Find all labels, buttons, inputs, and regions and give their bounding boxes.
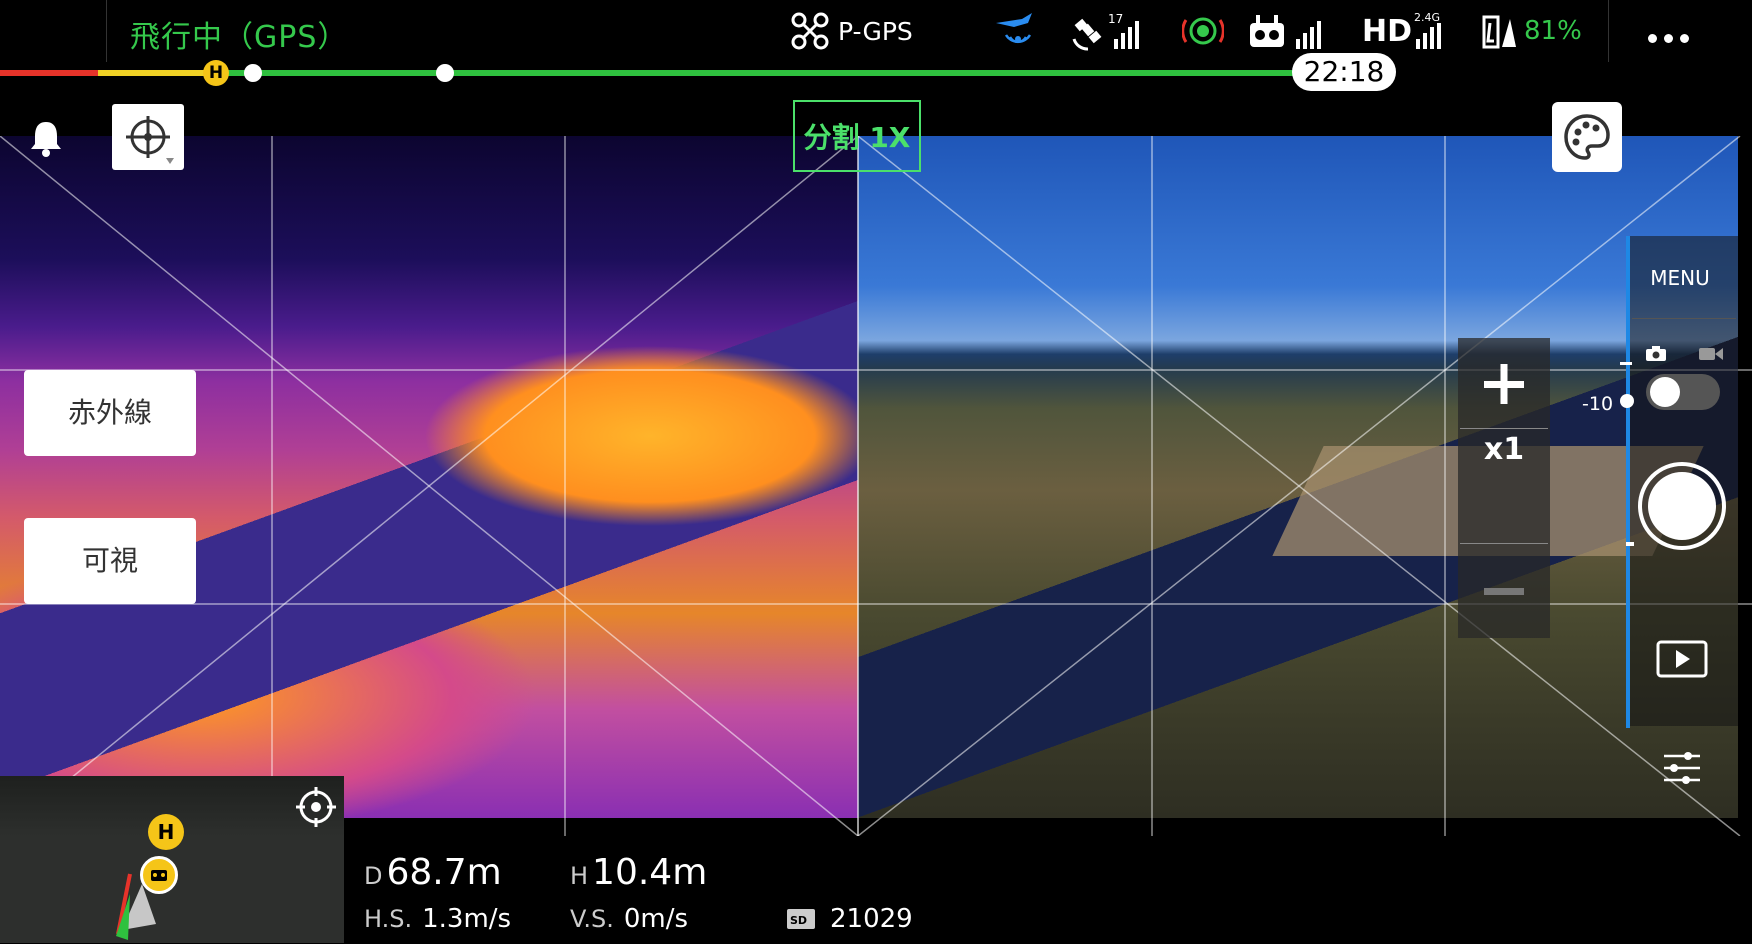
thermal-camera-view[interactable]	[0, 136, 858, 818]
hs-value: 1.3m/s	[422, 904, 512, 934]
battery-percent: 81%	[1524, 16, 1582, 46]
locate-icon[interactable]	[295, 786, 337, 832]
exposure-value: -10	[1582, 393, 1614, 415]
home-return-marker: H	[203, 60, 229, 86]
hd-signal-indicator[interactable]: HD 2.4G	[1362, 10, 1458, 52]
more-options-icon[interactable]	[1648, 28, 1696, 47]
gps-signal-indicator[interactable]: 17	[1070, 10, 1146, 52]
shutter-button[interactable]	[1638, 462, 1726, 550]
height-prefix: H	[570, 862, 589, 890]
hd-label: HD	[1362, 13, 1413, 49]
vs-label: V.S.	[570, 905, 614, 933]
telemetry-vertical-speed: V.S. 0m/s	[570, 904, 688, 934]
zoom-separator	[1460, 428, 1548, 429]
flight-status[interactable]: 飛行中（GPS）	[130, 12, 348, 56]
exposure-slider-tick	[1626, 542, 1634, 546]
video-mode-icon[interactable]	[1698, 346, 1724, 366]
hd-signal-bars-icon: 2.4G	[1414, 11, 1442, 49]
map-home-marker: H	[148, 814, 184, 850]
notification-bell-icon[interactable]	[28, 118, 64, 162]
palette-icon	[1564, 114, 1610, 160]
telemetry-horizontal-speed: H.S. 1.3m/s	[364, 904, 511, 934]
flight-time-remaining: 22:18	[1292, 53, 1396, 91]
telemetry-height: H 10.4m	[570, 852, 707, 893]
split-view-badge[interactable]: 分割 1X	[793, 100, 921, 172]
obstacle-sensing-icon	[1182, 17, 1224, 45]
zoom-out-button[interactable]	[1458, 560, 1550, 630]
status-bar: 飛行中（GPS） P-GPS 17 HD 2.4G 81%	[0, 0, 1752, 62]
color-palette-button[interactable]	[1552, 102, 1622, 172]
status-divider	[106, 0, 107, 62]
status-divider	[1608, 0, 1609, 62]
flight-mode-indicator[interactable]: P-GPS	[790, 10, 913, 52]
panel-divider	[1632, 318, 1736, 319]
battery-bar-low	[98, 70, 216, 76]
hd-band: 2.4G	[1414, 11, 1440, 24]
battery-bar-critical	[0, 70, 98, 76]
height-value: 10.4m	[592, 852, 708, 893]
photo-video-toggle[interactable]	[1646, 374, 1720, 410]
vs-value: 0m/s	[623, 904, 689, 934]
hs-label: H.S.	[364, 905, 413, 933]
playback-icon	[1656, 640, 1708, 678]
infrared-mode-button[interactable]: 赤外線	[24, 370, 196, 456]
aircraft-signal-icon	[996, 13, 1032, 44]
playback-button[interactable]	[1656, 640, 1708, 682]
sd-remaining-count: 21029	[830, 904, 913, 934]
zoom-level: x1	[1483, 432, 1525, 467]
exposure-slider-track[interactable]	[1626, 236, 1630, 728]
battery-bar-marker	[436, 64, 454, 82]
obstacle-sensing-indicator[interactable]	[1182, 10, 1224, 52]
vision-system-indicator[interactable]	[992, 10, 1036, 52]
battery-indicator[interactable]: 81%	[1480, 10, 1582, 52]
sliders-icon	[1664, 752, 1700, 784]
battery-bar-normal	[216, 70, 1296, 76]
map-remote-controller-icon	[140, 856, 178, 894]
exposure-slider-tick	[1620, 362, 1632, 365]
camera-settings-button[interactable]	[1662, 748, 1702, 792]
satellite-count: 17	[1108, 12, 1123, 26]
battery-icon	[1482, 15, 1516, 49]
satellite-icon: 17	[1072, 12, 1139, 51]
drone-icon	[791, 12, 829, 50]
zoom-separator	[1460, 543, 1548, 544]
remote-controller-icon	[1250, 15, 1321, 49]
sd-label: SD	[790, 914, 807, 927]
distance-prefix: D	[364, 862, 383, 890]
sd-card-icon: SD	[786, 908, 816, 930]
gimbal-icon	[126, 116, 174, 164]
zoom-in-button[interactable]	[1458, 338, 1550, 430]
visible-camera-view[interactable]	[858, 136, 1738, 818]
photo-mode-icon[interactable]	[1645, 346, 1667, 366]
telemetry-distance: D 68.7m	[364, 852, 502, 893]
flight-mode-label: P-GPS	[838, 16, 913, 46]
plus-icon	[1484, 364, 1524, 404]
remote-signal-indicator[interactable]	[1248, 10, 1328, 52]
distance-value: 68.7m	[386, 852, 502, 893]
minus-icon	[1484, 588, 1524, 595]
gimbal-control-button[interactable]	[112, 104, 184, 170]
exposure-slider-handle[interactable]	[1620, 394, 1634, 408]
visible-mode-button[interactable]: 可視	[24, 518, 196, 604]
camera-menu-button[interactable]: MENU	[1630, 266, 1730, 290]
battery-bar-marker	[244, 64, 262, 82]
